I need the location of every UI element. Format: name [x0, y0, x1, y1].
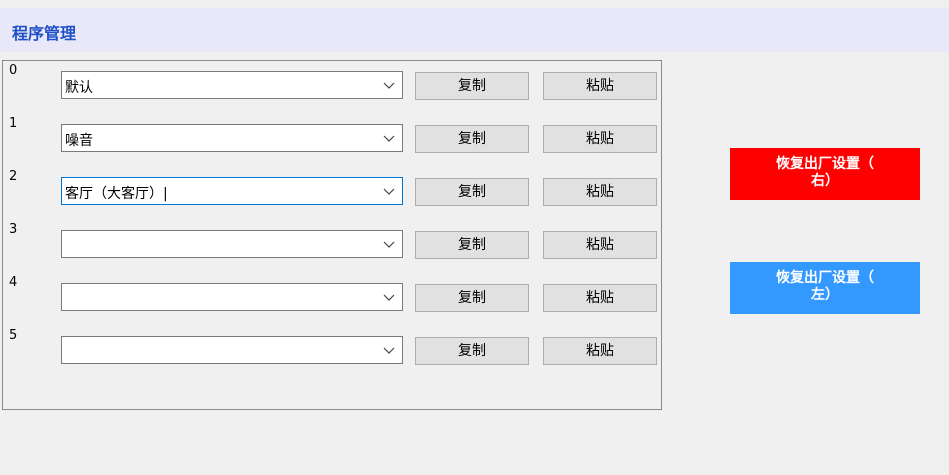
program-row-3: 3 复制 粘贴 [3, 222, 663, 259]
program-index: 2 [9, 169, 18, 184]
program-index: 1 [9, 116, 18, 131]
paste-button-0[interactable]: 粘贴 [543, 72, 657, 100]
factory-reset-right-line1: 恢复出厂设置（ [776, 156, 874, 172]
chevron-down-icon [383, 82, 395, 89]
program-row-0: 0 默认 复制 粘贴 [3, 63, 663, 100]
header-bar: 程序管理 [0, 8, 949, 52]
factory-reset-right-line2: 右） [811, 173, 839, 189]
paste-button-5[interactable]: 粘贴 [543, 337, 657, 365]
copy-button-3[interactable]: 复制 [415, 231, 529, 259]
program-row-1: 1 噪音 复制 粘贴 [3, 116, 663, 153]
program-select-0[interactable]: 默认 [61, 71, 403, 99]
copy-button-1[interactable]: 复制 [415, 125, 529, 153]
program-select-value: 噪音 [65, 133, 93, 149]
copy-button-5[interactable]: 复制 [415, 337, 529, 365]
chevron-down-icon [383, 347, 395, 354]
paste-button-1[interactable]: 粘贴 [543, 125, 657, 153]
paste-button-2[interactable]: 粘贴 [543, 178, 657, 206]
chevron-down-icon [383, 294, 395, 301]
program-select-5[interactable] [61, 336, 403, 364]
factory-reset-left-line1: 恢复出厂设置（ [776, 270, 874, 286]
program-panel: 0 默认 复制 粘贴 1 噪音 复制 粘贴 2 客厅（大客厅）| 复制 粘贴 3 [2, 60, 662, 410]
program-select-3[interactable] [61, 230, 403, 258]
chevron-down-icon [383, 241, 395, 248]
program-index: 4 [9, 275, 18, 290]
chevron-down-icon [383, 188, 395, 195]
factory-reset-right-button[interactable]: 恢复出厂设置（ 右） [730, 148, 920, 200]
factory-reset-left-button[interactable]: 恢复出厂设置（ 左） [730, 262, 920, 314]
program-row-4: 4 复制 粘贴 [3, 275, 663, 312]
program-row-2: 2 客厅（大客厅）| 复制 粘贴 [3, 169, 663, 206]
program-select-value: 客厅（大客厅）| [65, 186, 168, 202]
program-index: 3 [9, 222, 18, 237]
program-select-2[interactable]: 客厅（大客厅）| [61, 177, 403, 205]
program-index: 5 [9, 328, 18, 343]
program-row-5: 5 复制 粘贴 [3, 328, 663, 365]
paste-button-4[interactable]: 粘贴 [543, 284, 657, 312]
chevron-down-icon [383, 135, 395, 142]
copy-button-0[interactable]: 复制 [415, 72, 529, 100]
paste-button-3[interactable]: 粘贴 [543, 231, 657, 259]
program-select-value: 默认 [65, 80, 93, 96]
program-select-4[interactable] [61, 283, 403, 311]
copy-button-4[interactable]: 复制 [415, 284, 529, 312]
factory-reset-left-line2: 左） [811, 287, 839, 303]
program-index: 0 [9, 63, 18, 78]
program-select-1[interactable]: 噪音 [61, 124, 403, 152]
page-title: 程序管理 [12, 24, 77, 43]
copy-button-2[interactable]: 复制 [415, 178, 529, 206]
